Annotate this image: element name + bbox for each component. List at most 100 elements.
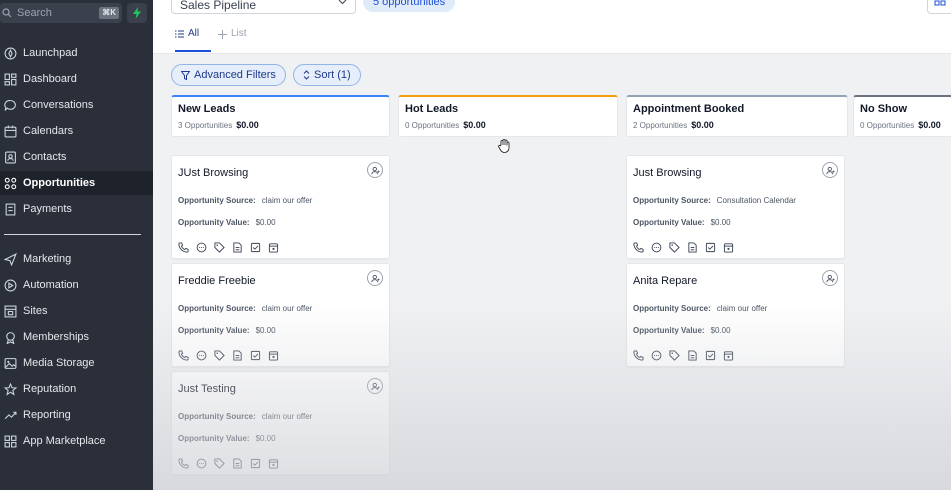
sort-icon bbox=[303, 70, 310, 80]
tab-list[interactable]: List bbox=[218, 28, 247, 52]
card-action-task[interactable] bbox=[250, 240, 261, 258]
sidebar-item-reporting[interactable]: Reporting bbox=[0, 403, 153, 427]
hand-cursor-icon bbox=[498, 139, 510, 153]
card-action-task[interactable] bbox=[250, 348, 261, 366]
search-input[interactable]: Search ⌘K bbox=[0, 3, 122, 23]
card-action-message[interactable] bbox=[196, 240, 207, 258]
filter-icon bbox=[181, 70, 190, 80]
task-icon bbox=[250, 350, 261, 361]
sidebar-item-marketing[interactable]: Marketing bbox=[0, 247, 153, 271]
sidebar-item-reputation[interactable]: Reputation bbox=[0, 377, 153, 401]
apps-icon bbox=[4, 435, 17, 447]
column-header-new-leads: New Leads 3 Opportunities $0.00 bbox=[171, 95, 390, 137]
sidebar-item-app-marketplace[interactable]: App Marketplace bbox=[0, 429, 153, 453]
card-action-note[interactable] bbox=[687, 348, 698, 366]
card-action-note[interactable] bbox=[232, 348, 243, 366]
user-add-icon bbox=[370, 382, 380, 390]
card-action-tag[interactable] bbox=[669, 240, 680, 258]
card-action-message[interactable] bbox=[196, 456, 207, 474]
card-action-tag[interactable] bbox=[214, 348, 225, 366]
card-action-task[interactable] bbox=[250, 456, 261, 474]
tag-icon bbox=[214, 350, 225, 361]
assign-user-button[interactable] bbox=[367, 162, 383, 178]
assign-user-button[interactable] bbox=[367, 378, 383, 394]
card-action-tag[interactable] bbox=[214, 456, 225, 474]
opportunity-card[interactable]: Just Testing Opportunity Source: claim our… bbox=[171, 371, 390, 475]
sidebar-item-label: App Marketplace bbox=[23, 435, 106, 447]
tab-all[interactable]: All bbox=[175, 28, 211, 52]
sidebar-item-payments[interactable]: Payments bbox=[0, 197, 153, 221]
card-action-appointment[interactable] bbox=[723, 348, 734, 366]
sidebar-item-contacts[interactable]: Contacts bbox=[0, 145, 153, 169]
opportunity-card[interactable]: Just Browsing Opportunity Source: Consulta… bbox=[626, 155, 845, 259]
card-action-task[interactable] bbox=[705, 348, 716, 366]
card-action-phone[interactable] bbox=[178, 456, 189, 474]
opportunity-card[interactable]: Freddie Freebie Opportunity Source: claim … bbox=[171, 263, 390, 367]
card-action-phone[interactable] bbox=[178, 240, 189, 258]
assign-user-button[interactable] bbox=[822, 270, 838, 286]
sidebar-item-opportunities[interactable]: Opportunities bbox=[0, 171, 153, 195]
column-title: New Leads bbox=[178, 103, 236, 115]
card-action-note[interactable] bbox=[687, 240, 698, 258]
column-value: $0.00 bbox=[236, 120, 259, 130]
assign-user-button[interactable] bbox=[367, 270, 383, 286]
sidebar-item-dashboard[interactable]: Dashboard bbox=[0, 67, 153, 91]
card-title: Anita Repare bbox=[633, 275, 698, 287]
card-action-message[interactable] bbox=[196, 348, 207, 366]
grid-view-button[interactable] bbox=[927, 0, 951, 14]
sites-icon bbox=[4, 305, 17, 317]
card-action-appointment[interactable] bbox=[268, 456, 279, 474]
source-label: Opportunity Source: bbox=[178, 196, 256, 205]
card-action-phone[interactable] bbox=[633, 240, 644, 258]
sidebar-item-label: Launchpad bbox=[23, 47, 78, 59]
assign-user-button[interactable] bbox=[822, 162, 838, 178]
card-action-phone[interactable] bbox=[633, 348, 644, 366]
lightning-icon bbox=[133, 7, 141, 19]
card-action-phone[interactable] bbox=[178, 348, 189, 366]
opportunities-count-badge: 5 opportunities bbox=[363, 0, 456, 12]
card-action-task[interactable] bbox=[705, 240, 716, 258]
opportunity-card[interactable]: Anita Repare Opportunity Source: claim our… bbox=[626, 263, 845, 367]
card-title: JUst Browsing bbox=[178, 167, 249, 179]
card-title: Freddie Freebie bbox=[178, 275, 256, 287]
message-icon bbox=[196, 350, 207, 361]
phone-icon bbox=[633, 242, 644, 253]
card-action-note[interactable] bbox=[232, 456, 243, 474]
note-icon bbox=[233, 242, 242, 253]
source-label: Opportunity Source: bbox=[178, 412, 256, 421]
payments-icon bbox=[5, 203, 16, 215]
sort-button[interactable]: Sort (1) bbox=[293, 64, 361, 86]
card-action-note[interactable] bbox=[232, 240, 243, 258]
tag-icon bbox=[669, 242, 680, 253]
sidebar-item-conversations[interactable]: Conversations bbox=[0, 93, 153, 117]
card-action-appointment[interactable] bbox=[723, 240, 734, 258]
sidebar-item-launchpad[interactable]: Launchpad bbox=[0, 41, 153, 65]
sidebar-item-calendars[interactable]: Calendars bbox=[0, 119, 153, 143]
advanced-filters-button[interactable]: Advanced Filters bbox=[171, 64, 286, 86]
sidebar-item-label: Reporting bbox=[23, 409, 71, 421]
sidebar-item-label: Sites bbox=[23, 305, 48, 317]
sidebar-item-automation[interactable]: Automation bbox=[0, 273, 153, 297]
value-label: Opportunity Value: bbox=[178, 326, 250, 335]
note-icon bbox=[688, 350, 697, 361]
card-action-appointment[interactable] bbox=[268, 348, 279, 366]
appointment-icon bbox=[723, 351, 734, 361]
card-action-tag[interactable] bbox=[214, 240, 225, 258]
phone-icon bbox=[633, 350, 644, 361]
sidebar-item-memberships[interactable]: Memberships bbox=[0, 325, 153, 349]
card-action-tag[interactable] bbox=[669, 348, 680, 366]
sidebar-item-media-storage[interactable]: Media Storage bbox=[0, 351, 153, 375]
sidebar-item-label: Dashboard bbox=[23, 73, 77, 85]
pipeline-select[interactable]: Sales Pipeline bbox=[171, 0, 356, 14]
card-action-appointment[interactable] bbox=[268, 240, 279, 258]
quick-action-button[interactable] bbox=[127, 3, 147, 23]
card-action-message[interactable] bbox=[651, 240, 662, 258]
opportunity-card[interactable]: JUst Browsing Opportunity Source: claim ou… bbox=[171, 155, 390, 259]
sidebar-item-label: Contacts bbox=[23, 151, 67, 163]
user-add-icon bbox=[370, 166, 380, 174]
source-label: Opportunity Source: bbox=[633, 304, 711, 313]
sidebar-item-sites[interactable]: Sites bbox=[0, 299, 153, 323]
media-icon bbox=[4, 357, 17, 369]
sidebar-item-label: Reputation bbox=[23, 383, 77, 395]
card-action-message[interactable] bbox=[651, 348, 662, 366]
